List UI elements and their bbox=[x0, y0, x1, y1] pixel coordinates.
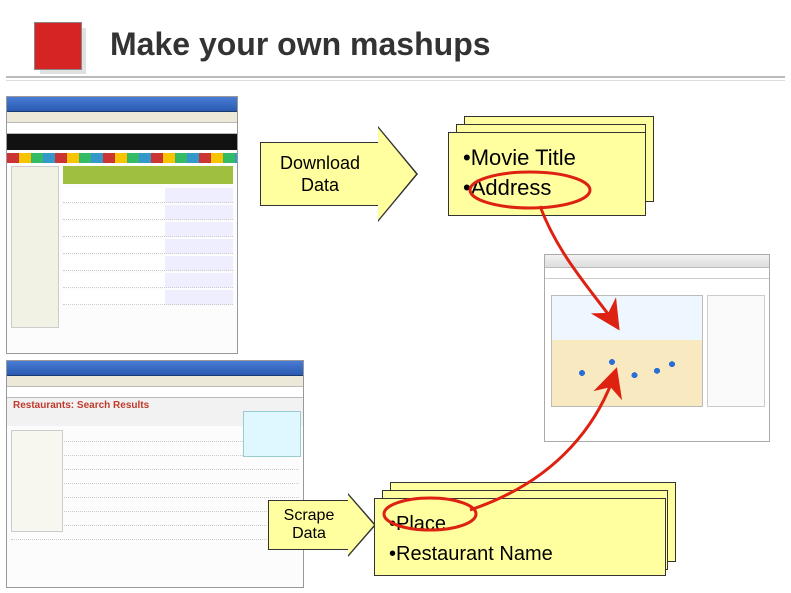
arrow2-head-fill-icon bbox=[348, 495, 374, 555]
arrow1-head-fill-icon bbox=[378, 128, 416, 220]
note1-bullet1: •Movie Title bbox=[463, 143, 631, 173]
note1-bullet2-text: Address bbox=[471, 175, 552, 200]
arrow2-line2: Data bbox=[292, 525, 326, 542]
arrow1-line1: Download bbox=[280, 153, 360, 173]
note2-bullet2: •Restaurant Name bbox=[389, 539, 651, 569]
slide-title: Make your own mashups bbox=[110, 26, 491, 63]
logo-square-icon bbox=[34, 22, 82, 70]
divider-top bbox=[6, 76, 785, 78]
arrow-download-data: Download Data bbox=[260, 142, 380, 206]
source-screenshot-movies bbox=[6, 96, 238, 354]
note1-bullet1-text: Movie Title bbox=[471, 145, 576, 170]
slide-stage: Make your own mashups Restaurants: Searc… bbox=[0, 0, 791, 593]
bullet-icon: • bbox=[463, 175, 471, 200]
arrow2-line1: Scrape bbox=[284, 507, 335, 524]
arrow-scrape-data: Scrape Data bbox=[268, 500, 350, 550]
map-icon bbox=[551, 295, 703, 407]
note2-bullet1-text: Place bbox=[396, 513, 446, 535]
arrow1-line2: Data bbox=[301, 175, 339, 195]
divider-bottom bbox=[6, 80, 785, 81]
source-screenshot-restaurants: Restaurants: Search Results bbox=[6, 360, 304, 588]
output-screenshot-map bbox=[544, 254, 770, 442]
bullet-icon: • bbox=[389, 543, 396, 565]
bullet-icon: • bbox=[389, 513, 396, 535]
note2-bullet2-text: Restaurant Name bbox=[396, 543, 553, 565]
title-bar: Make your own mashups bbox=[0, 18, 791, 76]
bullet-icon: • bbox=[463, 145, 471, 170]
note1-bullet2: •Address bbox=[463, 173, 631, 203]
note2-bullet1: •Place bbox=[389, 509, 651, 539]
